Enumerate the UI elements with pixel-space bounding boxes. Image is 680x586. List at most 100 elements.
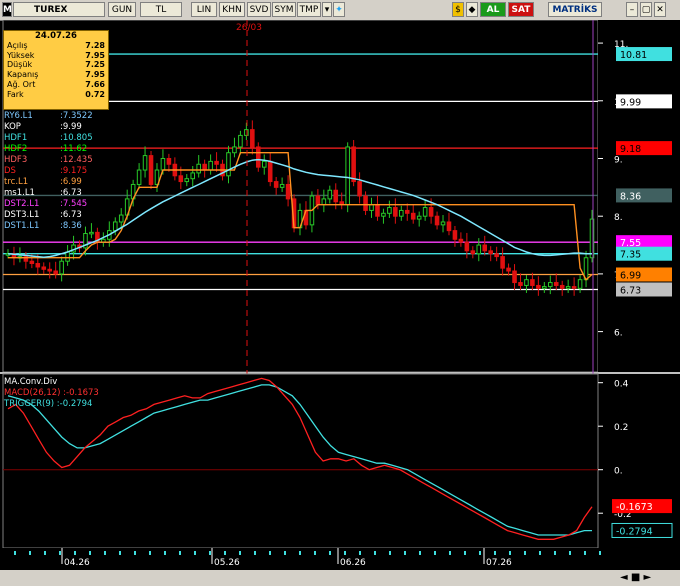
- candle-body: [184, 178, 190, 183]
- candle-body: [53, 270, 58, 275]
- toolbar-button-svd[interactable]: SVD: [247, 2, 271, 17]
- candle-body: [279, 183, 285, 188]
- toolbar-button-tl[interactable]: TL: [140, 2, 182, 17]
- y-tick-label: 9.: [614, 155, 623, 165]
- sell-button[interactable]: SAT: [508, 2, 534, 17]
- candle-body: [536, 284, 541, 289]
- y-tick-label: 8.: [614, 213, 623, 223]
- info-row-low: Düşük 7.25: [7, 60, 105, 70]
- x-axis-event-mark: [419, 551, 421, 555]
- minimize-icon[interactable]: –: [626, 2, 638, 17]
- candle-body: [29, 260, 35, 265]
- candle-body: [65, 251, 70, 262]
- candle-body: [267, 160, 273, 183]
- candle-body: [255, 146, 261, 168]
- x-axis-event-mark: [239, 551, 241, 555]
- chart-icon[interactable]: ◆: [466, 2, 478, 17]
- twitter-icon[interactable]: ✦: [333, 2, 345, 17]
- legend-name: ms1.L1: [4, 188, 35, 198]
- x-axis-event-mark: [299, 551, 301, 555]
- candle-body: [476, 244, 482, 255]
- x-axis-event-mark: [59, 551, 61, 555]
- toolbar: M TUREX GUN TL LIN KHN SVD SYM TMP ▾ ✦ $…: [0, 0, 680, 21]
- x-axis-event-mark: [269, 551, 271, 555]
- toolbar-button-khn[interactable]: KHN: [219, 2, 245, 17]
- candle-body: [512, 270, 517, 284]
- candle-body: [506, 267, 511, 272]
- legend-name: DST1.L1: [4, 221, 39, 231]
- dropdown-arrow-icon[interactable]: ▾: [322, 2, 332, 17]
- toolbar-button-lin[interactable]: LIN: [191, 2, 217, 17]
- candle-body: [547, 282, 553, 288]
- legend-value: :10.805: [60, 133, 93, 143]
- x-tick-label: 06.26: [340, 558, 366, 568]
- candle-body: [214, 160, 219, 165]
- info-row-high: Yüksek 7.95: [7, 50, 105, 60]
- legend-value: :8.36: [60, 221, 82, 231]
- symbol-selector[interactable]: TUREX: [13, 2, 105, 17]
- x-axis-event-mark: [389, 551, 391, 555]
- candle-body: [446, 221, 452, 232]
- candle-body: [524, 279, 529, 286]
- level-badge-label: 9.18: [620, 144, 641, 155]
- toolbar-button-tmp[interactable]: TMP: [297, 2, 321, 17]
- candle-body: [112, 221, 118, 232]
- toolbar-button-sym[interactable]: SYM: [272, 2, 296, 17]
- x-axis-event-mark: [224, 551, 226, 555]
- legend-value: :6.99: [60, 177, 82, 187]
- info-date: 24.07.26: [35, 31, 77, 41]
- macd-y-tick-label: 0.2: [614, 423, 628, 433]
- candle-body: [118, 214, 124, 223]
- candle-body: [160, 157, 166, 171]
- candle-body: [363, 195, 368, 211]
- candle-body: [244, 129, 249, 136]
- candle-body: [440, 221, 446, 226]
- candle-body: [452, 230, 458, 240]
- candle-body: [333, 189, 339, 203]
- restore-icon[interactable]: ▢: [640, 2, 652, 17]
- buy-button[interactable]: AL: [480, 2, 506, 17]
- symbol-label: TUREX: [34, 5, 68, 15]
- candle-body: [422, 207, 428, 217]
- x-axis-event-mark: [314, 551, 316, 555]
- candle-body: [559, 284, 565, 289]
- candle-body: [178, 175, 184, 183]
- x-axis-event-mark: [119, 551, 121, 555]
- candle-body: [410, 212, 416, 220]
- nav-arrows-icon[interactable]: ◄ ■ ►: [620, 572, 651, 583]
- macd-legend-item: MACD(26,12) :-0.1673: [4, 388, 99, 398]
- macd-legend-item: TRIGGER(9) :-0.2794: [3, 399, 92, 409]
- level-badge-label: 6.73: [620, 285, 641, 296]
- macd-panel: -0.4-0.20.0.20.4-0.1673-0.2794MA.Conv.Di…: [2, 373, 673, 564]
- candle-body: [518, 282, 523, 286]
- candle-body: [357, 181, 362, 197]
- toolbar-button-gun[interactable]: GUN: [108, 2, 136, 17]
- x-axis-event-mark: [164, 551, 166, 555]
- macd-value-badge-label: -0.1673: [616, 502, 653, 513]
- candle-body: [35, 263, 41, 268]
- candle-body: [464, 241, 470, 252]
- refresh-icon[interactable]: $: [452, 2, 464, 17]
- candle-body: [41, 266, 47, 270]
- x-axis-event-mark: [569, 551, 571, 555]
- x-axis-event-mark: [329, 551, 331, 555]
- legend-value: :11.62: [60, 144, 87, 154]
- x-axis-event-mark: [149, 551, 151, 555]
- y-tick-label: 6.: [614, 329, 623, 339]
- close-icon[interactable]: ✕: [654, 2, 666, 17]
- brand-logo: MATRİKS: [548, 2, 602, 17]
- x-tick-label: 04.26: [64, 558, 90, 568]
- x-axis-event-mark: [584, 551, 586, 555]
- info-row-close: Kapanış 7.95: [7, 70, 105, 80]
- candle-body: [208, 160, 213, 171]
- candle-body: [393, 207, 398, 217]
- legend-name: KOP: [4, 122, 21, 132]
- x-axis-event-mark: [539, 551, 541, 555]
- x-axis-event-mark: [509, 551, 511, 555]
- legend-value: :9.175: [60, 166, 87, 176]
- info-row-diff: Fark 0.72: [7, 89, 105, 99]
- candle-body: [59, 260, 64, 275]
- x-axis-event-mark: [449, 551, 451, 555]
- candle-body: [226, 152, 231, 177]
- x-axis-event-mark: [29, 551, 31, 555]
